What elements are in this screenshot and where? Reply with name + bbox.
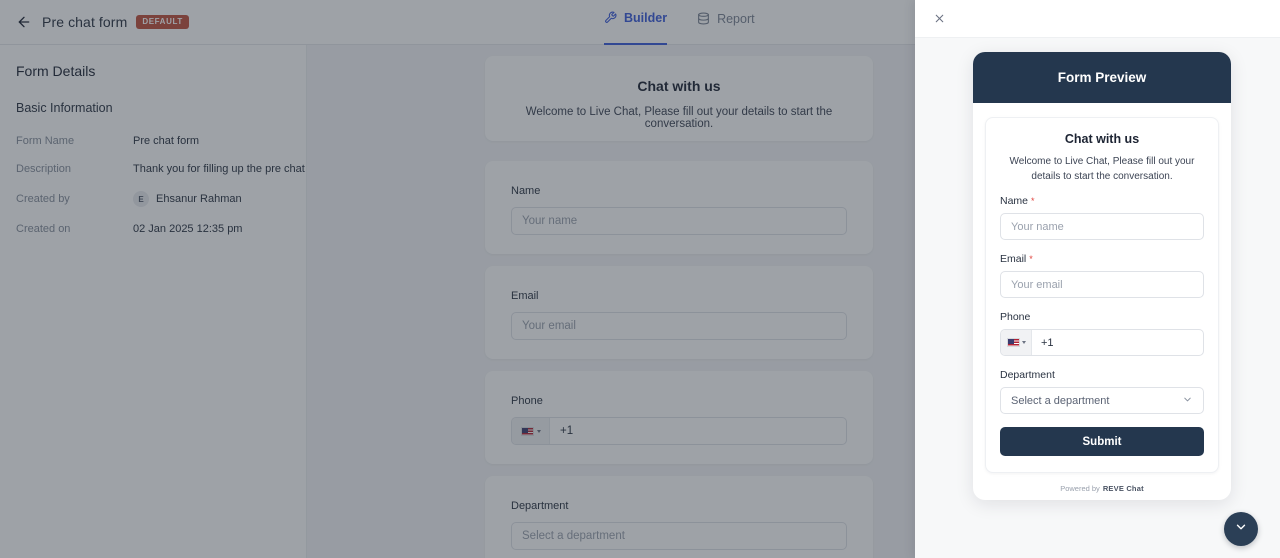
preview-label-text: Department — [1000, 369, 1055, 381]
preview-email-input[interactable]: Your email — [1000, 271, 1204, 298]
preview-form-subtitle: Welcome to Live Chat, Please fill out yo… — [1009, 156, 1195, 182]
panel-header — [915, 0, 1280, 38]
required-marker: * — [1029, 254, 1033, 264]
us-flag-icon — [1006, 338, 1020, 347]
preview-name-input[interactable]: Your name — [1000, 213, 1204, 240]
preview-department-value: Select a department — [1011, 394, 1110, 407]
preview-department-select[interactable]: Select a department — [1000, 387, 1204, 414]
powered-by-text: Powered by — [1060, 484, 1100, 493]
preview-form-title: Chat with us — [1064, 132, 1140, 146]
preview-label-text: Name — [1000, 195, 1029, 207]
preview-label-email: Email * — [1000, 253, 1204, 265]
chevron-down-fab-button[interactable] — [1224, 512, 1258, 546]
preview-label-text: Phone — [1000, 311, 1031, 323]
brand-name: REVE Chat — [1102, 484, 1144, 493]
chevron-down-icon — [1234, 520, 1248, 539]
preview-widget-body: Chat with us Welcome to Live Chat, Pleas… — [973, 103, 1231, 493]
preview-widget: Form Preview Chat with us Welcome to Liv… — [973, 52, 1231, 500]
preview-phone-value: +1 — [1041, 336, 1054, 349]
preview-form-card: Chat with us Welcome to Live Chat, Pleas… — [985, 117, 1219, 473]
form-preview-panel: Form Preview Chat with us Welcome to Liv… — [915, 0, 1280, 558]
preview-widget-title: Form Preview — [973, 52, 1231, 103]
preview-country-select[interactable] — [1001, 330, 1032, 355]
chevron-down-icon — [1182, 394, 1193, 408]
chevron-down-icon — [1021, 341, 1026, 344]
preview-label-name: Name * — [1000, 195, 1204, 207]
powered-by: Powered by REVE Chat — [985, 484, 1219, 493]
close-icon[interactable] — [926, 6, 952, 32]
required-marker: * — [1031, 196, 1035, 206]
modal-backdrop[interactable] — [0, 0, 915, 558]
preview-label-phone: Phone — [1000, 311, 1204, 323]
submit-button[interactable]: Submit — [1000, 427, 1204, 456]
preview-label-department: Department — [1000, 369, 1204, 381]
preview-phone-input[interactable]: +1 — [1000, 329, 1204, 356]
preview-label-text: Email — [1000, 253, 1027, 265]
